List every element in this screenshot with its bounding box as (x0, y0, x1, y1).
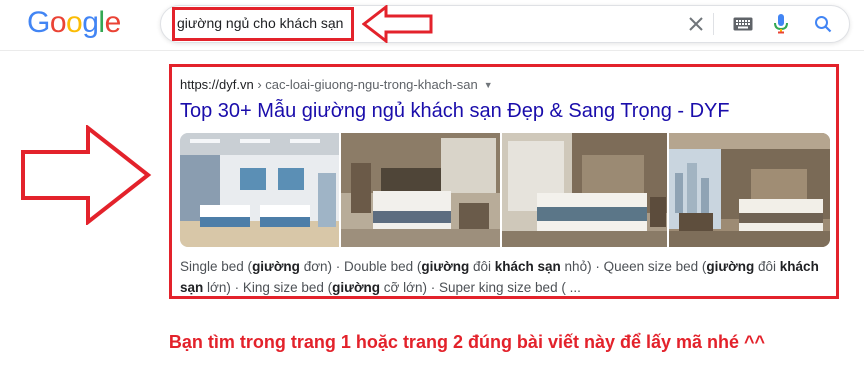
more-options-caret-icon[interactable]: ▼ (484, 80, 493, 90)
snippet-text: Single bed ( (180, 259, 253, 274)
logo-letter: o (66, 6, 83, 39)
result-snippet: Single bed (giường đơn) · Double bed (gi… (180, 256, 820, 298)
result-breadcrumb[interactable]: https://dyf.vn › cac-loai-giuong-ngu-tro… (180, 77, 493, 92)
hotel-room-city-view-image[interactable] (669, 133, 830, 247)
hotel-room-double-bed-image[interactable] (341, 133, 500, 247)
google-logo[interactable]: Google (27, 6, 121, 40)
result-title-link[interactable]: Top 30+ Mẫu giường ngủ khách sạn Đẹp & S… (180, 100, 730, 123)
snippet-text: đơn) · Double bed ( (299, 259, 422, 274)
search-divider (713, 13, 714, 35)
snippet-keyword: giường (252, 259, 300, 274)
microphone-icon[interactable] (769, 12, 793, 36)
logo-letter: g (82, 6, 99, 39)
hotel-room-queen-bed-image[interactable] (502, 133, 667, 247)
arrow-right-annotation (20, 125, 152, 225)
logo-letter: o (49, 6, 67, 39)
instruction-text: Bạn tìm trong trang 1 hoặc trang 2 đúng … (168, 332, 766, 352)
clear-icon[interactable] (684, 12, 708, 36)
snippet-text: đôi (754, 259, 780, 274)
result-domain: https://dyf.vn (180, 77, 254, 92)
snippet-text: cỡ lớn) · Super king size bed ( ... (380, 280, 581, 295)
snippet-keyword: giường (706, 259, 755, 274)
result-image-strip (180, 133, 830, 247)
keyboard-icon[interactable] (731, 12, 755, 36)
logo-letter: e (104, 6, 122, 39)
hotel-room-twin-beds-image[interactable] (180, 133, 339, 247)
snippet-keyword: khách sạn (494, 259, 561, 274)
snippet-text: lớn) · King size bed ( (203, 280, 333, 295)
result-path: › cac-loai-giuong-ngu-trong-khach-san (253, 77, 478, 92)
snippet-keyword: giường (332, 280, 381, 295)
search-icon[interactable] (811, 12, 835, 36)
logo-letter: G (27, 6, 50, 39)
snippet-text: nhỏ) · Queen size bed ( (560, 259, 707, 274)
snippet-keyword: giường (421, 259, 470, 274)
arrow-left-annotation (362, 5, 434, 43)
search-input[interactable] (177, 12, 352, 34)
snippet-text: đôi (469, 259, 495, 274)
